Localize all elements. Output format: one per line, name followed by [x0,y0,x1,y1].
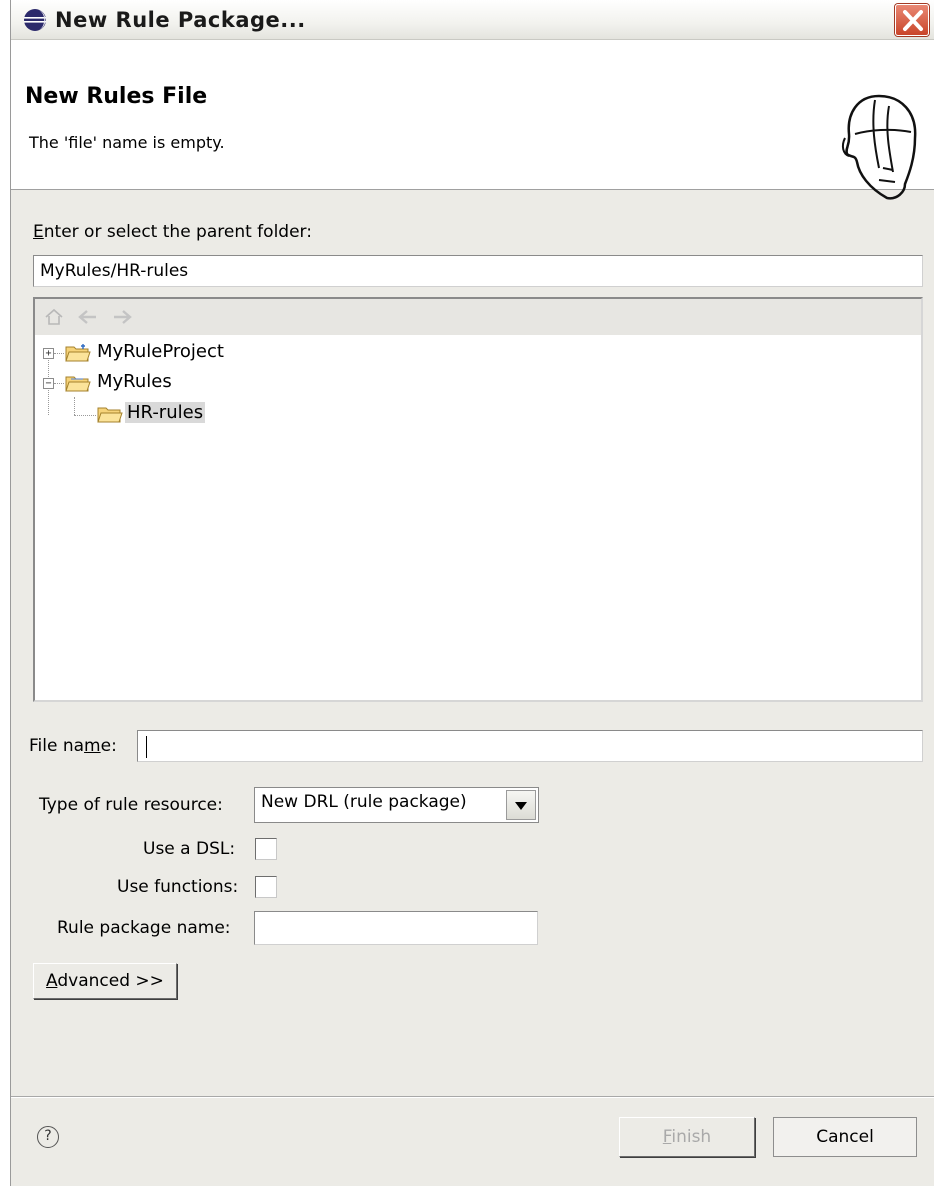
use-dsl-label: Use a DSL: [143,839,236,859]
rule-resource-value: New DRL (rule package) [261,792,467,812]
project-folder-icon [65,344,91,362]
home-icon[interactable] [43,307,65,327]
wizard-header: New Rules File The 'file' name is empty. [11,40,934,200]
dropdown-arrow-icon[interactable] [506,790,536,820]
package-name-label: Rule package name: [57,918,231,938]
footer-separator [11,1096,934,1098]
tree-item-label: MyRules [97,371,172,392]
cancel-button[interactable]: Cancel [773,1117,917,1157]
tree-toolbar [35,299,921,335]
expand-icon[interactable]: + [43,348,54,359]
back-arrow-icon[interactable] [77,307,99,327]
tree-item-label: HR-rules [125,402,206,423]
text-cursor [146,736,147,758]
rule-resource-select[interactable]: New DRL (rule package) [254,787,539,823]
eclipse-logo-icon [24,9,46,31]
close-button[interactable] [895,4,929,36]
parent-folder-input[interactable]: MyRules/HR-rules [33,255,923,287]
use-functions-label: Use functions: [117,877,239,897]
file-name-label: File name: [29,736,117,756]
use-dsl-checkbox[interactable] [255,838,277,860]
collapse-icon[interactable]: − [43,378,54,389]
wizard-head-icon [841,94,917,200]
title-bar[interactable]: New Rule Package... [11,0,934,40]
status-message: The 'file' name is empty. [29,133,225,152]
window-title: New Rule Package... [55,8,306,32]
page-title: New Rules File [25,84,208,109]
rule-resource-label: Type of rule resource: [39,795,223,815]
finish-button[interactable]: Finish [619,1117,755,1157]
advanced-button[interactable]: Advanced >> [33,963,177,999]
package-name-input[interactable] [254,911,538,945]
use-functions-checkbox[interactable] [255,876,277,898]
tree-item-hr-rules[interactable]: HR-rules [35,400,335,430]
open-folder-icon [65,376,91,392]
help-icon[interactable]: ? [37,1126,59,1148]
tree-item-myrules[interactable]: − MyRules [35,369,335,399]
open-folder-icon [97,407,123,423]
tree-item-label: MyRuleProject [97,341,224,362]
dialog-window: New Rule Package... New Rules File The '… [10,0,934,1186]
file-name-input[interactable] [137,730,923,762]
parent-folder-label: Enter or select the parent folder: [33,222,312,242]
folder-tree[interactable]: + MyRuleProject − MyRules HR-rules [33,297,923,702]
forward-arrow-icon[interactable] [111,307,133,327]
close-icon [903,10,923,31]
tree-item-myruleproject[interactable]: + MyRuleProject [35,339,335,369]
